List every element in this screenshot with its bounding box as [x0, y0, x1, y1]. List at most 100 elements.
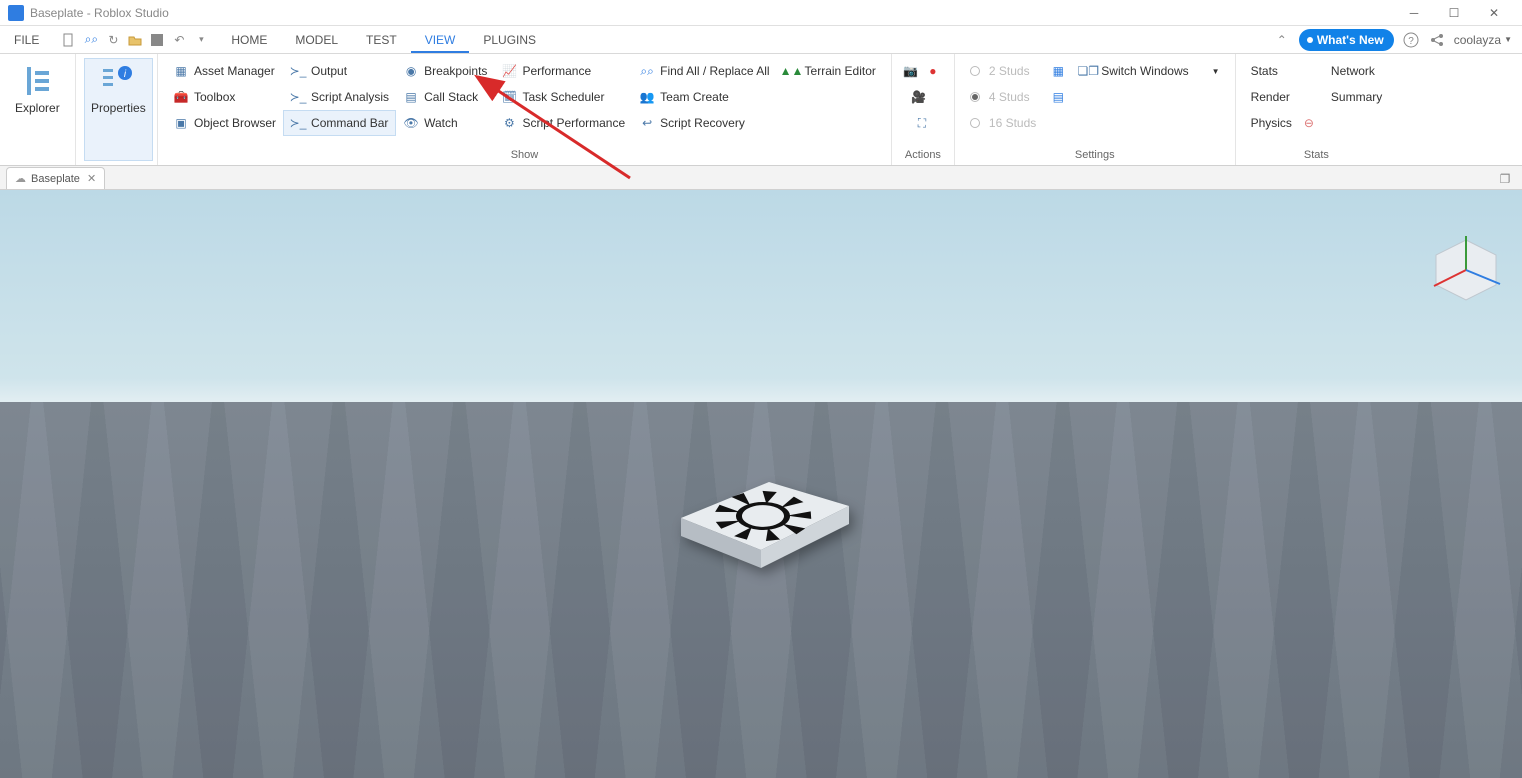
properties-button[interactable]: i Properties — [84, 58, 153, 161]
actions-group-label: Actions — [900, 147, 946, 161]
radio-icon — [970, 66, 980, 76]
whats-new-button[interactable]: What's New — [1299, 29, 1394, 51]
find-all-button[interactable]: ⌕⌕Find All / Replace All — [632, 58, 776, 84]
svg-text:?: ? — [1408, 36, 1414, 47]
quick-access-toolbar: ⌕⌕ ↻ ↶ ▾ — [53, 26, 217, 53]
grid-4-studs-button[interactable]: 4 Studs — [963, 84, 1043, 110]
stop-icon[interactable] — [149, 32, 165, 48]
window-maximize-button[interactable]: ☐ — [1434, 1, 1474, 25]
toolbox-button[interactable]: 🧰Toolbox — [166, 84, 283, 110]
tab-test[interactable]: TEST — [352, 26, 411, 53]
fullscreen-icon: ⛶ — [914, 115, 930, 131]
redo-icon[interactable]: ↻ — [105, 32, 121, 48]
explorer-icon — [19, 63, 55, 99]
summary-button[interactable]: Summary — [1324, 84, 1389, 110]
watch-button[interactable]: 👁Watch — [396, 110, 494, 136]
call-stack-button[interactable]: ▤Call Stack — [396, 84, 494, 110]
switch-windows-icon: ❏❐ — [1080, 63, 1096, 79]
terrain-editor-button[interactable]: ▲▲Terrain Editor — [777, 58, 883, 84]
script-analysis-button[interactable]: ≻_Script Analysis — [283, 84, 396, 110]
script-analysis-icon: ≻_ — [290, 89, 306, 105]
doc-tab-baseplate[interactable]: ☁ Baseplate ✕ — [6, 167, 105, 189]
tab-home[interactable]: HOME — [217, 26, 281, 53]
script-recovery-icon: ↩ — [639, 115, 655, 131]
script-recovery-button[interactable]: ↩Script Recovery — [632, 110, 776, 136]
team-create-button[interactable]: 👥Team Create — [632, 84, 776, 110]
ribbon: Explorer i Properties ▦Asset Manager 🧰To… — [0, 54, 1522, 166]
action-screenshot-button[interactable]: 📷 — [900, 58, 922, 84]
call-stack-icon: ▤ — [403, 89, 419, 105]
help-icon[interactable]: ? — [1402, 31, 1420, 49]
physics-button[interactable]: Physics⊖ — [1244, 110, 1324, 136]
terrain-editor-icon: ▲▲ — [784, 63, 800, 79]
script-performance-icon: ⚙ — [501, 115, 517, 131]
properties-icon: i — [100, 63, 136, 99]
window-minimize-button[interactable]: ─ — [1394, 1, 1434, 25]
new-file-icon[interactable] — [61, 32, 77, 48]
output-icon: ≻_ — [290, 63, 306, 79]
binoculars-icon[interactable]: ⌕⌕ — [83, 32, 99, 48]
team-create-icon: 👥 — [639, 89, 655, 105]
toolbox-icon: 🧰 — [173, 89, 189, 105]
show-group-label: Show — [166, 147, 883, 161]
tab-file[interactable]: FILE — [0, 26, 53, 53]
performance-button[interactable]: 📈Performance — [494, 58, 632, 84]
share-icon[interactable] — [1428, 31, 1446, 49]
task-scheduler-icon: 🗓 — [501, 89, 517, 105]
tab-plugins[interactable]: PLUGINS — [469, 26, 550, 53]
asset-manager-button[interactable]: ▦Asset Manager — [166, 58, 283, 84]
object-browser-button[interactable]: ▣Object Browser — [166, 110, 283, 136]
object-browser-icon: ▣ — [173, 115, 189, 131]
radio-icon — [970, 92, 980, 102]
spawn-location — [651, 450, 871, 600]
action-video-button[interactable]: 🎥 — [908, 84, 930, 110]
username-label[interactable]: coolayza ▼ — [1454, 33, 1512, 47]
grid-2-studs-button[interactable]: 2 Studs — [963, 58, 1043, 84]
watch-icon: 👁 — [403, 115, 419, 131]
breakpoints-icon: ◉ — [403, 63, 419, 79]
viewport-3d[interactable] — [0, 190, 1522, 778]
restore-panels-icon[interactable]: ❐ — [1494, 169, 1516, 189]
switch-windows-button[interactable]: ❏❐Switch Windows▼ — [1073, 58, 1226, 84]
find-all-icon: ⌕⌕ — [639, 63, 655, 79]
task-scheduler-button[interactable]: 🗓Task Scheduler — [494, 84, 632, 110]
qat-customize-icon[interactable]: ▾ — [193, 32, 209, 48]
minus-circle-icon: ⊖ — [1301, 115, 1317, 131]
orientation-gizmo[interactable] — [1426, 230, 1506, 310]
document-tabs: ☁ Baseplate ✕ ❐ — [0, 166, 1522, 190]
open-icon[interactable] — [127, 32, 143, 48]
tab-view[interactable]: VIEW — [411, 26, 470, 53]
grid-16-studs-button[interactable]: 16 Studs — [963, 110, 1043, 136]
radio-icon — [970, 118, 980, 128]
record-icon: ● — [925, 63, 941, 79]
title-bar: Baseplate - Roblox Studio ─ ☐ ✕ — [0, 0, 1522, 26]
camera-icon: 📷 — [903, 63, 919, 79]
tab-model[interactable]: MODEL — [281, 26, 352, 53]
grid-icon: ▦ — [1050, 63, 1066, 79]
close-tab-icon[interactable]: ✕ — [87, 172, 96, 185]
undo-icon[interactable]: ↶ — [171, 32, 187, 48]
material-icon: ▤ — [1050, 89, 1066, 105]
network-button[interactable]: Network — [1324, 58, 1389, 84]
cloud-icon: ☁ — [15, 172, 26, 185]
breakpoints-button[interactable]: ◉Breakpoints — [396, 58, 494, 84]
menu-tabs-row: FILE ⌕⌕ ↻ ↶ ▾ HOME MODEL TEST VIEW PLUGI… — [0, 26, 1522, 54]
window-close-button[interactable]: ✕ — [1474, 1, 1514, 25]
action-record-button[interactable]: ● — [922, 58, 944, 84]
explorer-button[interactable]: Explorer — [8, 58, 67, 161]
command-bar-icon: ≻_ — [290, 115, 306, 131]
stats-group-label: Stats — [1244, 147, 1390, 161]
settings-group-label: Settings — [963, 147, 1227, 161]
action-fullscreen-button[interactable]: ⛶ — [911, 110, 933, 136]
command-bar-button[interactable]: ≻_Command Bar — [283, 110, 396, 136]
performance-icon: 📈 — [501, 63, 517, 79]
stats-button[interactable]: Stats — [1244, 58, 1324, 84]
grid-material-button[interactable]: ▤ — [1043, 84, 1073, 110]
render-button[interactable]: Render — [1244, 84, 1324, 110]
collapse-ribbon-icon[interactable]: ⌃ — [1273, 31, 1291, 49]
asset-manager-icon: ▦ — [173, 63, 189, 79]
output-button[interactable]: ≻_Output — [283, 58, 396, 84]
script-performance-button[interactable]: ⚙Script Performance — [494, 110, 632, 136]
app-logo-icon — [8, 5, 24, 21]
grid-toggle-button[interactable]: ▦ — [1043, 58, 1073, 84]
